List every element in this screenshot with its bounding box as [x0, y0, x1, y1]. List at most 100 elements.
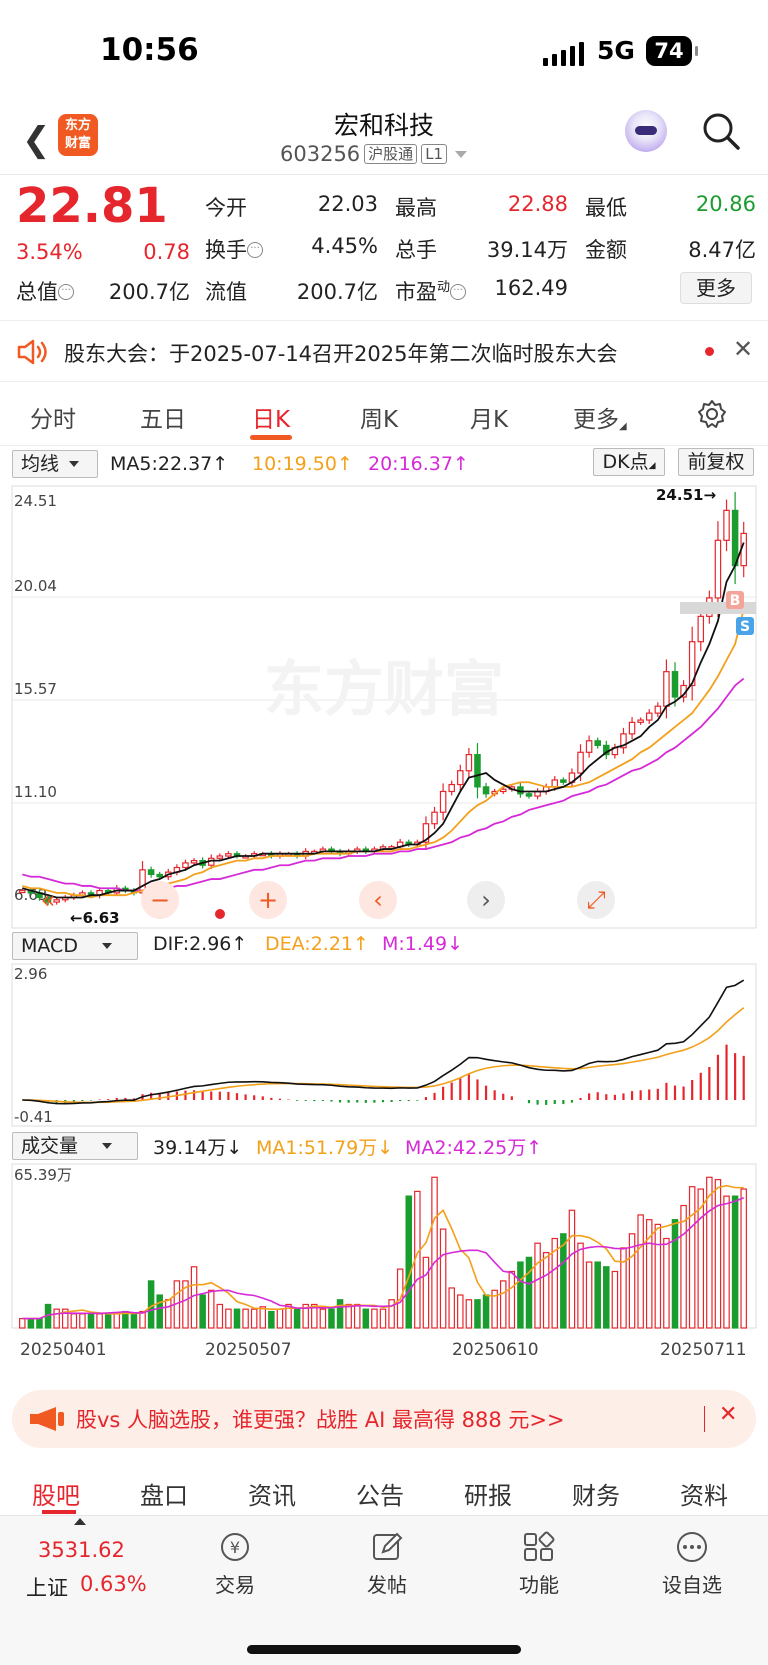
- volume-bar: [345, 1303, 352, 1329]
- volume-bar: [439, 1228, 447, 1329]
- candle-body: [431, 811, 438, 825]
- volume-selector[interactable]: 成交量: [12, 1132, 138, 1160]
- post-label: 发帖: [367, 1573, 407, 1597]
- volume-axis-label: 65.39万: [14, 1166, 72, 1184]
- volume-bar: [79, 1313, 86, 1329]
- info-icon[interactable]: ···: [247, 242, 263, 258]
- candle-body: [663, 671, 670, 707]
- change-value: 0.78: [143, 240, 190, 264]
- ma10-value: 10:19.50↑: [252, 453, 353, 475]
- volume-bar: [250, 1308, 258, 1329]
- dea-value: DEA:2.21↑: [265, 933, 369, 955]
- vol-ma1-value: MA1:51.79万↓: [256, 1137, 394, 1159]
- adjust-button[interactable]: 前复权: [678, 448, 754, 476]
- stock-code-line[interactable]: 603256 沪股通 L1: [280, 142, 468, 166]
- tab-intraday[interactable]: 分时: [30, 400, 76, 434]
- tab-weekly-k[interactable]: 周K: [360, 400, 398, 434]
- robot-assistant-icon[interactable]: [625, 110, 667, 152]
- volume-ma2-line: [22, 1197, 745, 1320]
- close-icon[interactable]: ✕: [719, 1402, 737, 1427]
- add-watchlist-button[interactable]: 设自选: [655, 1530, 729, 1598]
- notice-text[interactable]: 股东大会：于2025-07-14召开2025年第二次临时股东大会: [64, 338, 617, 368]
- mktcap-label: 总值 ···: [16, 276, 74, 306]
- candle-body: [551, 779, 559, 788]
- vol-value: 39.14万↓: [153, 1137, 243, 1159]
- volume-bar: [36, 1317, 43, 1329]
- tab-research[interactable]: 研报: [464, 1476, 512, 1511]
- volume-bar: [731, 1195, 739, 1329]
- notice-bar[interactable]: 股东大会：于2025-07-14召开2025年第二次临时股东大会 ✕: [0, 320, 768, 382]
- index-value[interactable]: 3531.62: [38, 1538, 125, 1562]
- ma-selector[interactable]: 均线: [12, 450, 98, 478]
- buy-signal-label: B: [730, 593, 741, 609]
- search-icon[interactable]: [702, 112, 740, 150]
- high-value: 22.88: [507, 192, 568, 216]
- tab-announcements[interactable]: 公告: [356, 1476, 404, 1511]
- yen-exchange-icon: ¥: [221, 1533, 249, 1561]
- volume-bar: [242, 1308, 249, 1329]
- volume-bar: [225, 1308, 232, 1329]
- tab-daily-k[interactable]: 日K: [252, 400, 290, 434]
- chevron-up-icon[interactable]: [74, 1518, 86, 1525]
- volume-bar: [457, 1294, 464, 1329]
- macd-chart[interactable]: 2.96 -0.41: [0, 962, 768, 1130]
- tab-guba[interactable]: 股吧: [32, 1476, 80, 1511]
- grid-icon: [524, 1531, 555, 1561]
- float-label: 流值: [205, 280, 247, 304]
- dk-point-button[interactable]: DK点◢: [593, 448, 665, 476]
- candle-body: [156, 873, 163, 878]
- volume-bar: [680, 1204, 687, 1329]
- candle-body: [560, 779, 567, 783]
- index-percent[interactable]: 0.63%: [80, 1572, 147, 1596]
- trade-label: 交易: [215, 1573, 255, 1597]
- tab-five-day[interactable]: 五日: [140, 400, 186, 434]
- price-axis-label: 20.04: [14, 577, 57, 595]
- battery-icon: 74: [646, 36, 698, 66]
- chart-nav-icon: ‹: [373, 886, 383, 914]
- function-button[interactable]: 功能: [504, 1530, 574, 1598]
- volume-bar: [353, 1303, 361, 1329]
- tab-order-book[interactable]: 盘口: [140, 1476, 188, 1511]
- candle-body: [19, 889, 26, 894]
- price-axis-label: 11.10: [14, 783, 57, 801]
- volume-bar: [663, 1237, 670, 1329]
- settings-gear-icon[interactable]: [697, 399, 727, 429]
- volume-value: 39.14万: [486, 238, 568, 262]
- volume-bar: [336, 1299, 344, 1329]
- high-label: 最高: [395, 196, 437, 220]
- candle-body: [697, 615, 705, 643]
- volume-bar: [517, 1261, 524, 1329]
- candle-body: [225, 853, 232, 857]
- macd-selector[interactable]: MACD: [12, 932, 138, 960]
- volume-chart[interactable]: 65.39万 20250401 20250507 20250610 20250711: [0, 1162, 768, 1362]
- candlestick-chart[interactable]: 24.5120.0415.5711.106.63东方财富24.51→←6.63B…: [0, 480, 768, 930]
- tab-news[interactable]: 资讯: [248, 1476, 296, 1511]
- candle-body: [190, 860, 198, 864]
- candle-body: [465, 754, 473, 772]
- volume-bar: [147, 1280, 155, 1329]
- trade-button[interactable]: ¥ 交易: [200, 1530, 270, 1598]
- volume-bar: [568, 1209, 576, 1329]
- tab-profile[interactable]: 资料: [680, 1476, 728, 1511]
- volume-bar: [27, 1317, 35, 1329]
- tab-monthly-k[interactable]: 月K: [470, 400, 508, 434]
- stock-code: 603256: [280, 142, 361, 166]
- close-icon[interactable]: ✕: [733, 335, 753, 363]
- post-button[interactable]: 发帖: [352, 1530, 422, 1598]
- chart-nav-icon: ⤢: [586, 886, 605, 914]
- info-icon[interactable]: ···: [58, 284, 74, 300]
- volume-bar: [637, 1214, 644, 1329]
- support-zone: [680, 602, 756, 614]
- sell-signal-label: S: [740, 619, 750, 635]
- promo-banner[interactable]: 股vs 人脑选股，谁更强？战胜 AI 最高得 888 元>> ✕: [12, 1390, 756, 1448]
- banner-text[interactable]: 股vs 人脑选股，谁更强？战胜 AI 最高得 888 元>>: [76, 1404, 565, 1434]
- more-button[interactable]: 更多: [680, 272, 752, 304]
- volume-bar: [276, 1308, 284, 1329]
- tab-more[interactable]: 更多◢: [573, 400, 627, 434]
- ma5-value: MA5:22.37↑: [110, 453, 229, 475]
- tab-finance[interactable]: 财务: [572, 1476, 620, 1511]
- volume-label: 总手: [395, 238, 437, 262]
- candle-body: [457, 770, 464, 786]
- index-name[interactable]: 上证: [26, 1572, 68, 1602]
- signal-icon: [543, 40, 584, 66]
